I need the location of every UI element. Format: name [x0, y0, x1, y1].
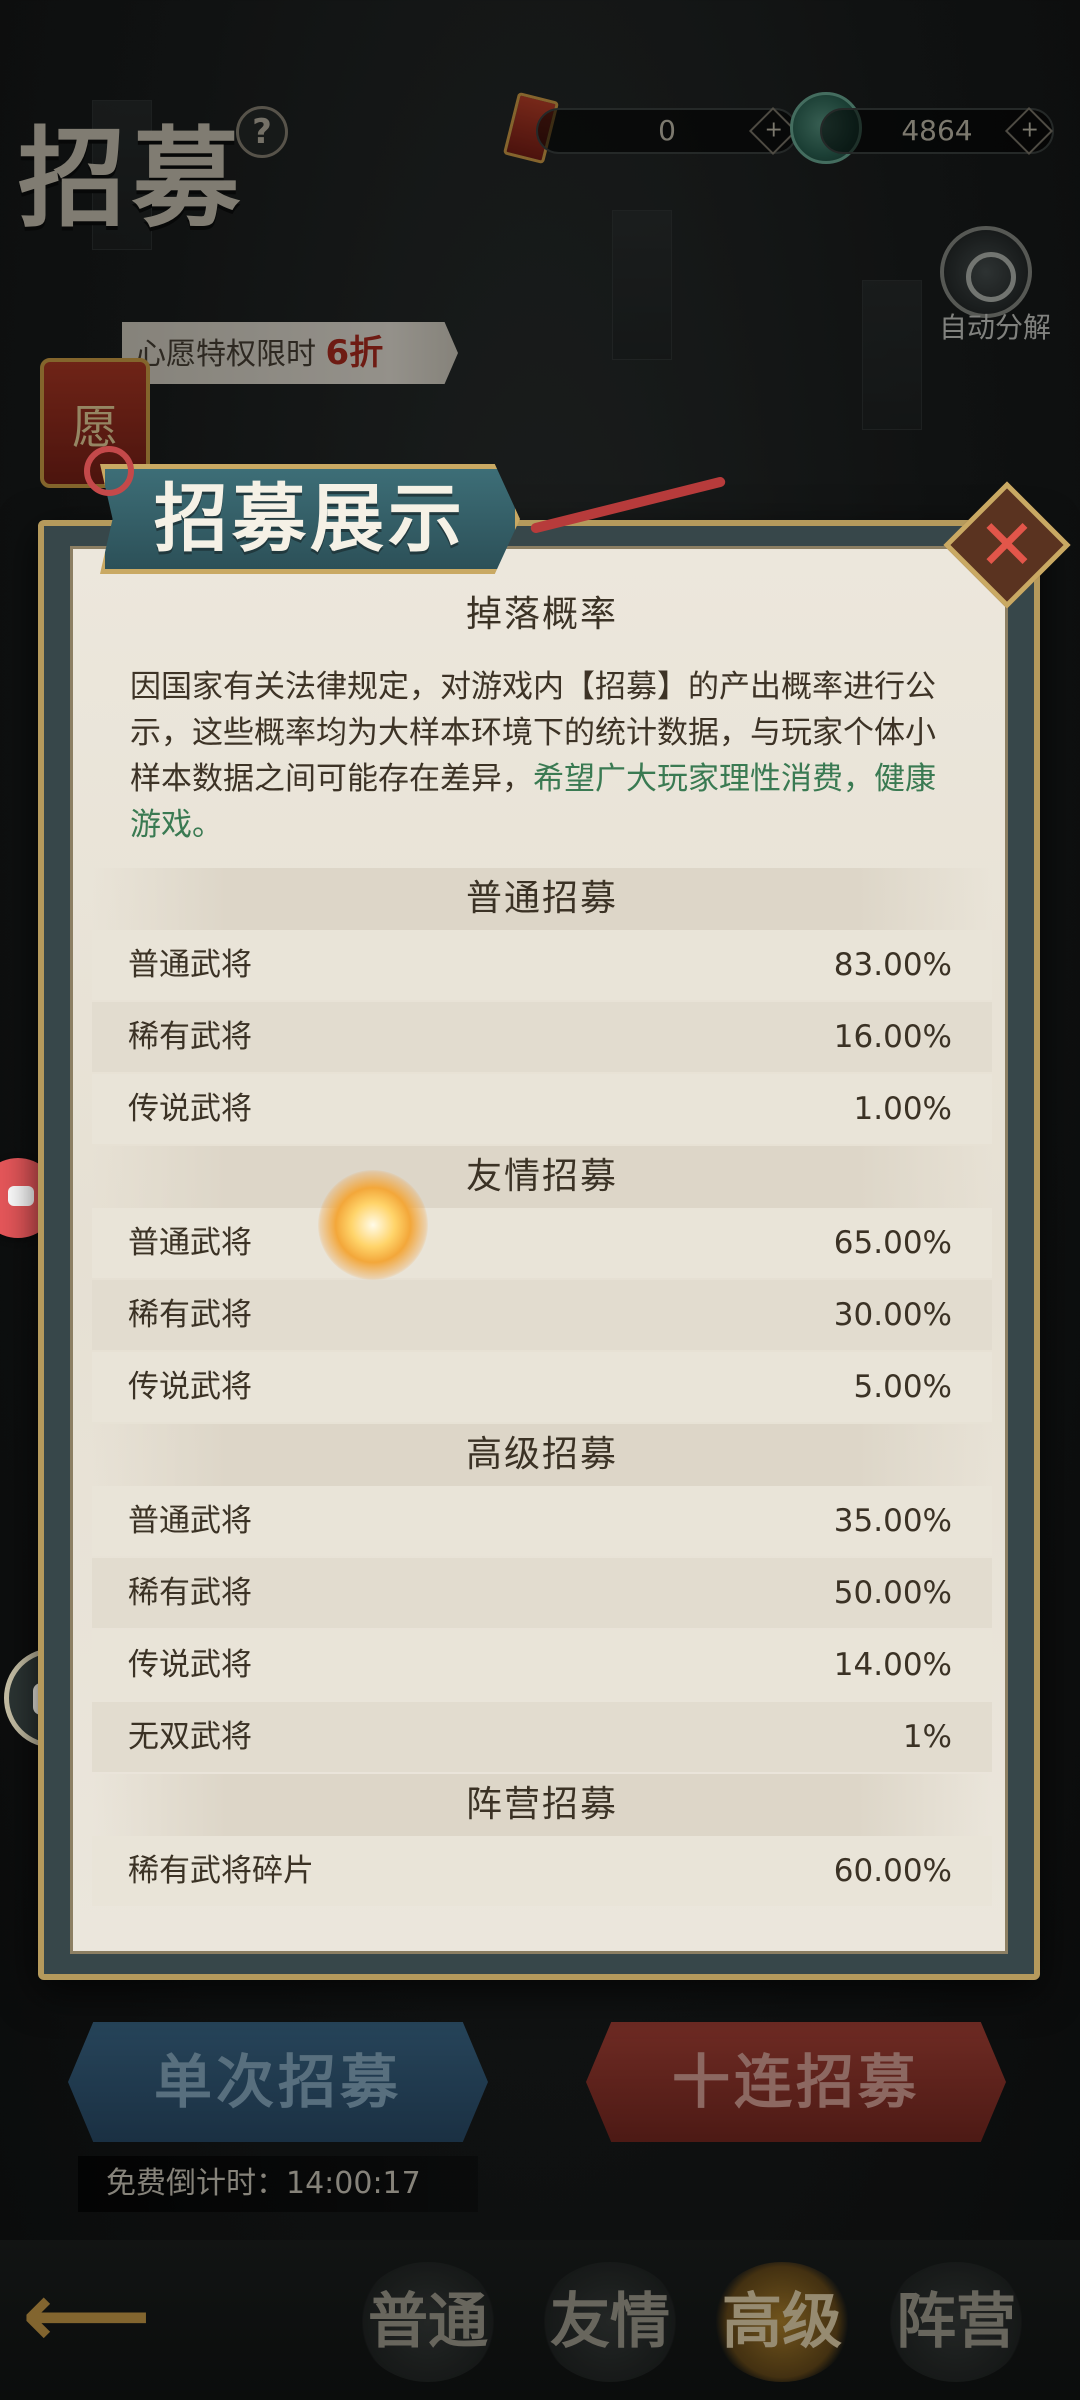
rate-row: 稀有武将 50.00%: [92, 1558, 992, 1628]
rate-row: 传说武将 1.00%: [92, 1074, 992, 1144]
close-icon: ✕: [977, 504, 1037, 586]
rate-row-pct: 35.00%: [833, 1503, 952, 1539]
rate-row-pct: 16.00%: [833, 1019, 952, 1055]
rate-row: 传说武将 14.00%: [92, 1630, 992, 1700]
rate-row-name: 稀有武将: [128, 1019, 252, 1055]
rate-row: 普通武将 83.00%: [92, 930, 992, 1000]
section-title-advanced: 高级招募: [92, 1424, 992, 1486]
drop-rate-title: 掉落概率: [465, 594, 618, 635]
rate-list-friendship: 普通武将 65.00% 稀有武将 30.00% 传说武将 5.00%: [92, 1208, 992, 1422]
rate-row-name: 传说武将: [128, 1647, 252, 1683]
legal-notice: 因国家有关法律规定，对游戏内【招募】的产出概率进行公示，这些概率均为大样本环境下…: [92, 646, 992, 868]
rate-row: 稀有武将 16.00%: [92, 1002, 992, 1072]
rate-row-pct: 65.00%: [833, 1225, 952, 1261]
rate-row-name: 普通武将: [128, 947, 252, 983]
rate-row: 无双武将 1%: [92, 1702, 992, 1772]
rate-row-name: 稀有武将: [128, 1297, 252, 1333]
section-title-friendship: 友情招募: [92, 1146, 992, 1208]
dialog-content: 掉落概率 因国家有关法律规定，对游戏内【招募】的产出概率进行公示，这些概率均为大…: [92, 574, 992, 1908]
rate-list-advanced: 普通武将 35.00% 稀有武将 50.00% 传说武将 14.00% 无双武将 1%: [92, 1486, 992, 1772]
glowing-orb-icon: [318, 1170, 428, 1280]
rate-row-pct: 83.00%: [833, 947, 952, 983]
rate-row: 普通武将 65.00%: [92, 1208, 992, 1278]
section-title-faction: 阵营招募: [92, 1774, 992, 1836]
rate-row-name: 稀有武将: [128, 1575, 252, 1611]
section-title-normal: 普通招募: [92, 868, 992, 930]
rate-list-faction: 稀有武将碎片 60.00%: [92, 1836, 992, 1906]
rate-row: 传说武将 5.00%: [92, 1352, 992, 1422]
rate-row: 稀有武将碎片 60.00%: [92, 1836, 992, 1906]
rate-row-name: 传说武将: [128, 1091, 252, 1127]
rate-row-pct: 50.00%: [833, 1575, 952, 1611]
rate-row-pct: 14.00%: [833, 1647, 952, 1683]
rate-row-name: 普通武将: [128, 1225, 252, 1261]
rate-row-name: 稀有武将碎片: [128, 1853, 314, 1889]
rate-row-name: 无双武将: [128, 1719, 252, 1755]
rate-row: 稀有武将 30.00%: [92, 1280, 992, 1350]
rate-row-pct: 60.00%: [833, 1853, 952, 1889]
rate-row-name: 传说武将: [128, 1369, 252, 1405]
rate-row: 普通武将 35.00%: [92, 1486, 992, 1556]
rate-list-normal: 普通武将 83.00% 稀有武将 16.00% 传说武将 1.00%: [92, 930, 992, 1144]
rate-row-pct: 1%: [902, 1719, 952, 1755]
rate-row-name: 普通武将: [128, 1503, 252, 1539]
rate-row-pct: 5.00%: [853, 1369, 952, 1405]
dialog-title: 招募展示: [154, 476, 466, 562]
rate-row-pct: 1.00%: [853, 1091, 952, 1127]
rate-row-pct: 30.00%: [833, 1297, 952, 1333]
knot-icon: [84, 446, 134, 496]
